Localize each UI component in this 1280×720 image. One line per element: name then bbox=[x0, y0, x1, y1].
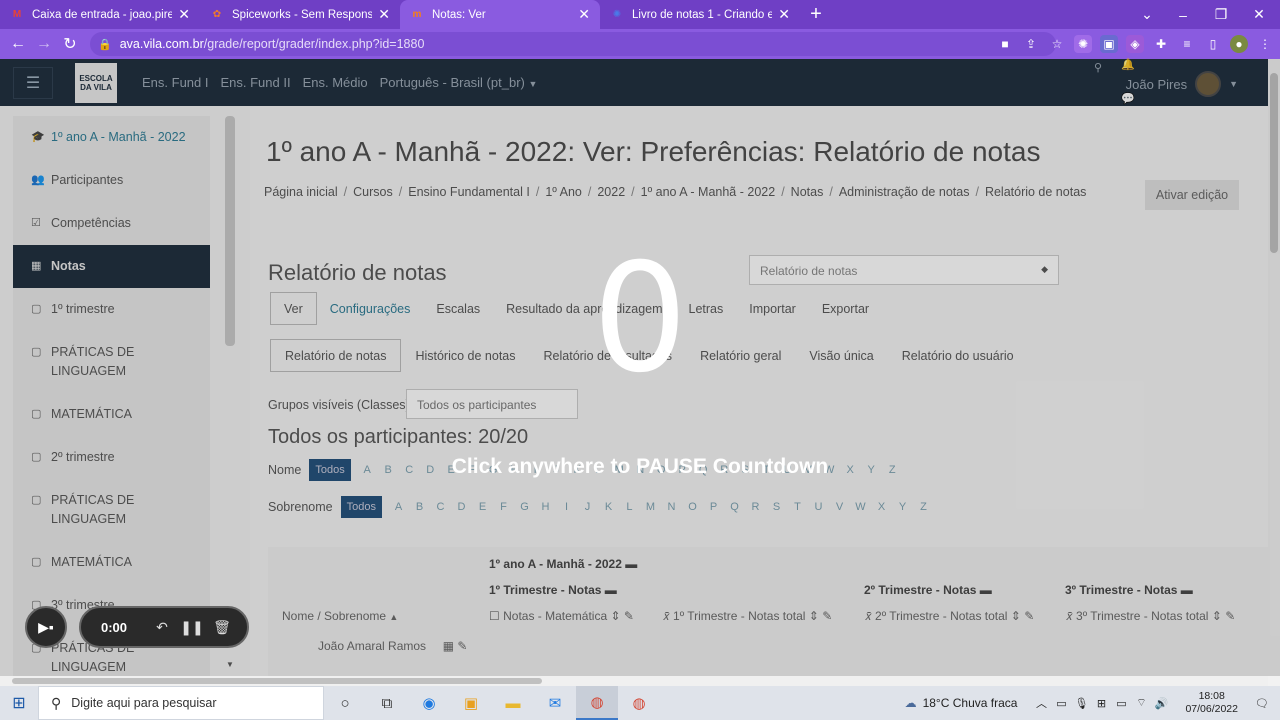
notifications-icon[interactable]: 🗨 bbox=[1252, 697, 1272, 710]
taskbar-search[interactable]: ⚲ Digite aqui para pesquisar bbox=[38, 686, 324, 720]
edge-icon[interactable]: ◉ bbox=[408, 686, 450, 720]
back-icon[interactable]: ← bbox=[5, 31, 31, 57]
file-explorer-icon[interactable]: ▬ bbox=[492, 686, 534, 720]
windows-taskbar: ⊞ ⚲ Digite aqui para pesquisar ○ ⧉ ◉ ▣ ▬… bbox=[0, 686, 1280, 720]
weather-text: 18°C Chuva fraca bbox=[922, 696, 1018, 710]
gmail-icon: M bbox=[12, 9, 22, 20]
address-toolbar: ← → ↻ 🔒 ava.vila.com.br/grade/report/gra… bbox=[0, 29, 1280, 59]
chrome-icon[interactable]: ◍ bbox=[618, 686, 660, 720]
extension-icon[interactable]: ◈ bbox=[1126, 35, 1144, 53]
star-icon[interactable]: ☆ bbox=[1048, 35, 1066, 53]
maximize-icon[interactable]: ❐ bbox=[1202, 0, 1240, 29]
puzzle-icon[interactable]: ✚ bbox=[1152, 35, 1170, 53]
tab-title: Spiceworks - Sem Responsável bbox=[232, 8, 373, 21]
network-icon[interactable]: ⊞ bbox=[1091, 697, 1111, 710]
recorder-controls: 0:00 ↶ ❚❚ 🗑 bbox=[79, 606, 249, 648]
system-tray: ☁ 18°C Chuva fraca ︿ ▭ 🎙 ⊞ ▭ ⌔ 🔊 18:08 0… bbox=[905, 686, 1280, 720]
chrome-icon[interactable]: ◍ bbox=[576, 686, 618, 720]
scroll-thumb[interactable] bbox=[12, 678, 542, 684]
browser-tab[interactable]: M Caixa de entrada - joao.pires@vila ✕ bbox=[0, 0, 200, 29]
url-path: /grade/report/grader/index.php?id=1880 bbox=[203, 37, 425, 51]
close-icon[interactable]: ✕ bbox=[778, 6, 790, 23]
sidebar-icon[interactable]: ▯ bbox=[1204, 35, 1222, 53]
tab-title: Notas: Ver bbox=[432, 8, 486, 21]
camera-icon[interactable]: ■ bbox=[996, 35, 1014, 53]
close-icon[interactable]: ✕ bbox=[178, 6, 190, 23]
extensions-area: ■ ⇪ ☆ ✺ ▣ ◈ ✚ ≡ ▯ ● ⋮ bbox=[996, 33, 1274, 55]
extension-icon[interactable]: ▣ bbox=[1100, 35, 1118, 53]
profile-avatar-icon[interactable]: ● bbox=[1230, 35, 1248, 53]
task-view-icon[interactable]: ⧉ bbox=[366, 686, 408, 720]
webcam-toggle-button[interactable]: ▶▪ bbox=[25, 606, 67, 648]
close-icon[interactable]: ✕ bbox=[578, 6, 590, 23]
minimize-icon[interactable]: – bbox=[1164, 0, 1202, 29]
close-icon[interactable]: ✕ bbox=[378, 6, 390, 23]
browser-tab-strip: M Caixa de entrada - joao.pires@vila ✕ ✿ Spi… bbox=[0, 0, 1280, 29]
moodle-icon: m bbox=[412, 9, 422, 20]
taskbar-clock[interactable]: 18:08 07/06/2022 bbox=[1185, 690, 1238, 716]
countdown-message: Click anywhere to PAUSE Countdown bbox=[451, 455, 829, 478]
close-window-icon[interactable]: ✕ bbox=[1240, 0, 1278, 29]
gear-icon: ✺ bbox=[612, 9, 622, 20]
taskbar-search-placeholder: Digite aqui para pesquisar bbox=[71, 696, 217, 710]
cortana-icon[interactable]: ○ bbox=[324, 686, 366, 720]
video-camera-icon: ▶▪ bbox=[38, 618, 54, 635]
reload-icon[interactable]: ↻ bbox=[57, 31, 83, 57]
clock-time: 18:08 bbox=[1198, 690, 1225, 702]
wifi-icon[interactable]: ⌔ bbox=[1131, 696, 1151, 710]
lock-icon: 🔒 bbox=[98, 38, 112, 51]
undo-icon[interactable]: ↶ bbox=[147, 619, 177, 636]
microphone-icon[interactable]: 🎙 bbox=[1071, 697, 1091, 710]
browser-tabs: M Caixa de entrada - joao.pires@vila ✕ ✿ Spi… bbox=[0, 0, 800, 29]
meet-icon[interactable]: ▭ bbox=[1051, 697, 1071, 710]
chevron-up-icon[interactable]: ︿ bbox=[1031, 695, 1051, 711]
windows-start-icon[interactable]: ⊞ bbox=[0, 686, 38, 720]
tab-title: Caixa de entrada - joao.pires@vila bbox=[32, 8, 173, 21]
countdown-number: 0 bbox=[592, 232, 688, 406]
forward-icon[interactable]: → bbox=[31, 31, 57, 57]
media-icon[interactable]: ≡ bbox=[1178, 35, 1196, 53]
volume-icon[interactable]: 🔊 bbox=[1151, 697, 1171, 710]
menu-icon[interactable]: ⋮ bbox=[1256, 35, 1274, 53]
battery-icon[interactable]: ▭ bbox=[1111, 697, 1131, 710]
countdown-overlay[interactable]: 0 Click anywhere to PAUSE Countdown bbox=[0, 59, 1280, 676]
search-icon: ⚲ bbox=[51, 694, 62, 711]
url-bar[interactable]: 🔒 ava.vila.com.br/grade/report/grader/in… bbox=[90, 32, 1056, 56]
store-icon[interactable]: ▣ bbox=[450, 686, 492, 720]
tab-title: Livro de notas 1 - Criando e categ bbox=[632, 8, 773, 21]
spiceworks-icon: ✿ bbox=[212, 9, 222, 20]
recording-timer: 0:00 bbox=[100, 619, 128, 635]
tab-search-icon[interactable]: ⌄ bbox=[1128, 0, 1166, 29]
weather-widget[interactable]: ☁ 18°C Chuva fraca bbox=[905, 696, 1018, 710]
browser-tab[interactable]: ✺ Livro de notas 1 - Criando e categ ✕ bbox=[600, 0, 800, 29]
extension-icon[interactable]: ✺ bbox=[1074, 35, 1092, 53]
url-host: ava.vila.com.br bbox=[119, 37, 204, 51]
browser-tab[interactable]: m Notas: Ver ✕ bbox=[400, 0, 600, 29]
share-icon[interactable]: ⇪ bbox=[1022, 35, 1040, 53]
new-tab-button[interactable]: + bbox=[800, 0, 832, 29]
mail-icon[interactable]: ✉ bbox=[534, 686, 576, 720]
trash-icon[interactable]: 🗑 bbox=[207, 619, 237, 636]
cloud-rain-icon: ☁ bbox=[904, 696, 917, 710]
page-horizontal-scrollbar[interactable] bbox=[0, 676, 1268, 686]
clock-date: 07/06/2022 bbox=[1185, 703, 1238, 715]
pause-icon[interactable]: ❚❚ bbox=[177, 619, 207, 636]
browser-tab[interactable]: ✿ Spiceworks - Sem Responsável ✕ bbox=[200, 0, 400, 29]
